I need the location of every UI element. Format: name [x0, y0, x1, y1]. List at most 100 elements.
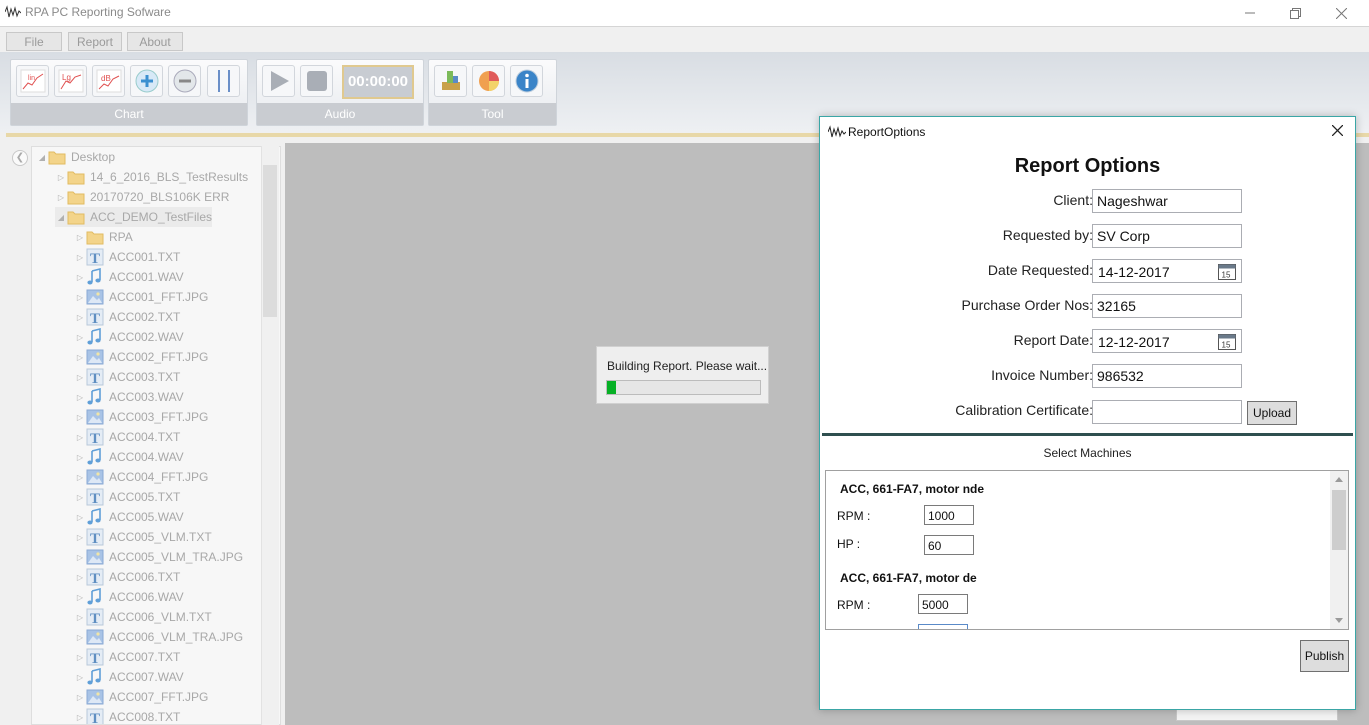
rpm-input[interactable]: 5000 [918, 594, 968, 614]
tree-item-file[interactable]: ▷ T ACC007.TXT [74, 647, 180, 667]
restore-button[interactable] [1272, 0, 1318, 26]
collapsed-arrow-icon[interactable]: ▷ [74, 353, 86, 362]
collapsed-arrow-icon[interactable]: ▷ [74, 313, 86, 322]
publish-button[interactable]: Publish [1300, 640, 1349, 672]
collapsed-arrow-icon[interactable]: ▷ [74, 453, 86, 462]
info-button[interactable] [510, 65, 543, 97]
hp-input[interactable]: 60 [924, 535, 974, 555]
scroll-down-icon[interactable] [1335, 618, 1343, 624]
calendar-icon[interactable]: 15 [1218, 333, 1236, 350]
upload-button[interactable]: Upload [1247, 401, 1297, 425]
collapsed-arrow-icon[interactable]: ▷ [74, 513, 86, 522]
collapsed-arrow-icon[interactable]: ▷ [74, 293, 86, 302]
tree-item-file[interactable]: ▷ T ACC004.TXT [74, 427, 180, 447]
collapsed-arrow-icon[interactable]: ▷ [74, 593, 86, 602]
collapsed-arrow-icon[interactable]: ▷ [74, 533, 86, 542]
collapsed-arrow-icon[interactable]: ▷ [74, 393, 86, 402]
tool-settings-button[interactable] [434, 65, 467, 97]
report-date-picker[interactable]: 12-12-2017 15 [1092, 329, 1242, 353]
tree-item-file[interactable]: ▷ ACC006.WAV [74, 587, 184, 607]
tree-item-file[interactable]: ▷ T ACC001.TXT [74, 247, 180, 267]
menu-about[interactable]: About [127, 32, 183, 51]
db-scale-button[interactable]: dB [92, 65, 125, 97]
linear-scale-button[interactable]: lin [16, 65, 49, 97]
client-input[interactable]: Nageshwar [1092, 189, 1242, 213]
hp-input[interactable] [918, 624, 968, 629]
tree-item-file[interactable]: ▷ T ACC006.TXT [74, 567, 180, 587]
minimize-button[interactable] [1227, 0, 1273, 26]
tree-item-desktop[interactable]: ◢ Desktop [36, 147, 115, 167]
tree-item-file[interactable]: ▷ ACC001.WAV [74, 267, 184, 287]
rpm-input[interactable]: 1000 [924, 505, 974, 525]
tree-item-file[interactable]: ▷ T ACC002.TXT [74, 307, 180, 327]
stop-button[interactable] [300, 65, 333, 97]
close-button[interactable] [1318, 0, 1364, 26]
collapsed-arrow-icon[interactable]: ▷ [74, 273, 86, 282]
scroll-up-icon[interactable] [1335, 476, 1343, 482]
collapsed-arrow-icon[interactable]: ▷ [55, 193, 67, 202]
tree-item-file[interactable]: ▷ ACC005_VLM_TRA.JPG [74, 547, 243, 567]
tree-item-file[interactable]: ▷ ACC003_FFT.JPG [74, 407, 208, 427]
machines-scrollbar-thumb[interactable] [1332, 490, 1346, 550]
calendar-icon[interactable]: 15 [1218, 263, 1236, 280]
tree-scrollbar-thumb[interactable] [263, 165, 277, 317]
play-button[interactable] [262, 65, 295, 97]
collapsed-arrow-icon[interactable]: ▷ [74, 633, 86, 642]
tree-item-file[interactable]: ▷ ACC004_FFT.JPG [74, 467, 208, 487]
po-nos-input[interactable]: 32165 [1092, 294, 1242, 318]
menu-file[interactable]: File [6, 32, 62, 51]
collapsed-arrow-icon[interactable]: ▷ [74, 613, 86, 622]
collapsed-arrow-icon[interactable]: ▷ [74, 693, 86, 702]
tree-item-folder[interactable]: ▷ 20170720_BLS106K ERR [55, 187, 229, 207]
tree-item-file[interactable]: ▷ ACC003.WAV [74, 387, 184, 407]
collapsed-arrow-icon[interactable]: ▷ [74, 493, 86, 502]
tree-item-folder[interactable]: ▷ 14_6_2016_BLS_TestResults [55, 167, 248, 187]
collapsed-arrow-icon[interactable]: ▷ [74, 233, 86, 242]
collapsed-arrow-icon[interactable]: ▷ [74, 333, 86, 342]
collapsed-arrow-icon[interactable]: ▷ [74, 373, 86, 382]
collapsed-arrow-icon[interactable]: ▷ [55, 173, 67, 182]
tree-item-file[interactable]: ▷ ACC004.WAV [74, 447, 184, 467]
collapsed-arrow-icon[interactable]: ▷ [74, 553, 86, 562]
cursor-lines-button[interactable] [207, 65, 240, 97]
tree-item-icon: T [86, 708, 104, 724]
dialog-close-button[interactable] [1323, 120, 1351, 144]
tree-item-file[interactable]: ▷ ACC002.WAV [74, 327, 184, 347]
tree-item-file[interactable]: ▷ T ACC008.TXT [74, 707, 180, 724]
calibration-input[interactable] [1092, 400, 1242, 424]
tree-item-file[interactable]: ▷ ACC007.WAV [74, 667, 184, 687]
collapsed-arrow-icon[interactable]: ▷ [74, 653, 86, 662]
collapsed-arrow-icon[interactable]: ▷ [74, 573, 86, 582]
collapse-tree-button[interactable]: ❮ [12, 150, 28, 166]
tree-item-file[interactable]: ▷ ACC005.WAV [74, 507, 184, 527]
expanded-arrow-icon[interactable]: ◢ [55, 213, 67, 222]
collapsed-arrow-icon[interactable]: ▷ [74, 713, 86, 722]
collapsed-arrow-icon[interactable]: ▷ [74, 673, 86, 682]
tree-item-file[interactable]: ▷ T ACC006_VLM.TXT [74, 607, 212, 627]
date-requested-picker[interactable]: 14-12-2017 15 [1092, 259, 1242, 283]
tree-item-file[interactable]: ▷ T ACC005.TXT [74, 487, 180, 507]
tree-item-file[interactable]: ▷ ACC006_VLM_TRA.JPG [74, 627, 243, 647]
collapsed-arrow-icon[interactable]: ▷ [74, 433, 86, 442]
audio-file-icon [87, 588, 101, 605]
expanded-arrow-icon[interactable]: ◢ [36, 153, 48, 162]
collapsed-arrow-icon[interactable]: ▷ [74, 413, 86, 422]
tree-item-file[interactable]: ▷ ACC002_FFT.JPG [74, 347, 208, 367]
text-file-icon: T [86, 368, 104, 386]
zoom-in-button[interactable] [130, 65, 163, 97]
folder-icon [67, 211, 85, 225]
collapsed-arrow-icon[interactable]: ▷ [74, 473, 86, 482]
tree-item-file[interactable]: ▷ ACC001_FFT.JPG [74, 287, 208, 307]
zoom-out-button[interactable] [168, 65, 201, 97]
tree-item-file[interactable]: ▷ ACC007_FFT.JPG [74, 687, 208, 707]
requested-by-input[interactable]: SV Corp [1092, 224, 1242, 248]
menu-report[interactable]: Report [68, 32, 122, 51]
invoice-input[interactable]: 986532 [1092, 364, 1242, 388]
tree-item-folder[interactable]: ◢ ACC_DEMO_TestFiles [55, 207, 212, 227]
collapsed-arrow-icon[interactable]: ▷ [74, 253, 86, 262]
tree-item-folder[interactable]: ▷ RPA [74, 227, 133, 247]
log-scale-button[interactable]: Lg [54, 65, 87, 97]
pie-chart-button[interactable] [472, 65, 505, 97]
tree-item-file[interactable]: ▷ T ACC003.TXT [74, 367, 180, 387]
tree-item-file[interactable]: ▷ T ACC005_VLM.TXT [74, 527, 212, 547]
